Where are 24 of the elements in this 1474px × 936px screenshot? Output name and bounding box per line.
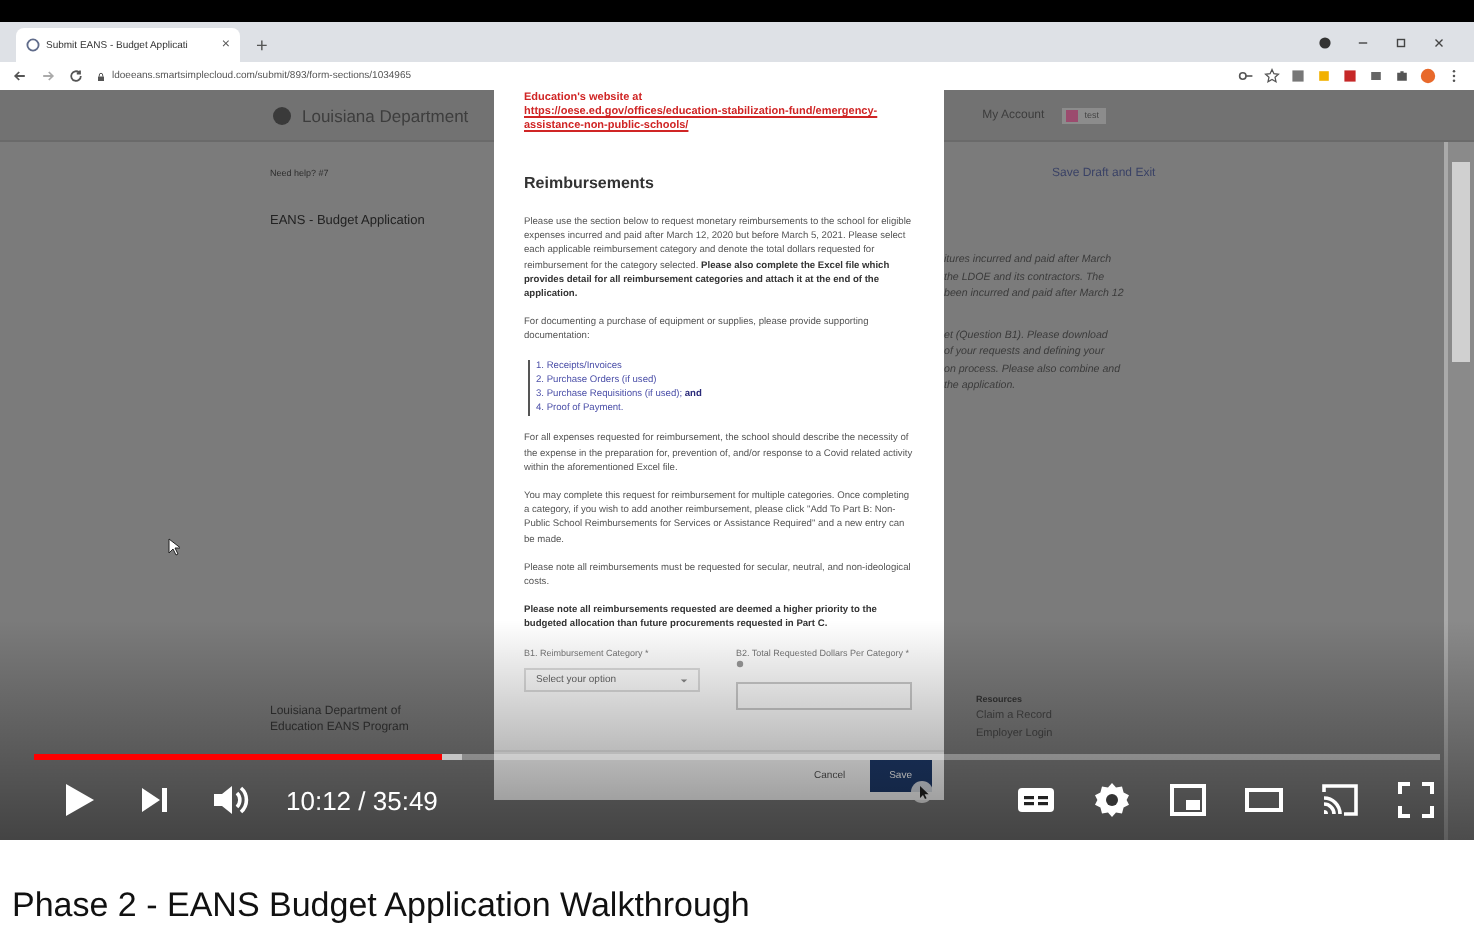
- close-icon[interactable]: [1432, 35, 1446, 49]
- reload-icon[interactable]: [68, 68, 84, 84]
- caret-icon: [680, 677, 688, 684]
- scrollbar[interactable]: [1444, 142, 1474, 840]
- new-tab-button[interactable]: +: [256, 36, 268, 58]
- globe-icon: [26, 38, 40, 52]
- cast-icon[interactable]: [1320, 780, 1360, 820]
- fullscreen-icon[interactable]: [1396, 780, 1436, 820]
- maximize-icon[interactable]: [1394, 35, 1408, 49]
- volume-icon[interactable]: [210, 780, 250, 820]
- key-icon[interactable]: [1238, 68, 1254, 84]
- settings-icon[interactable]: [1092, 780, 1132, 820]
- progress-bar[interactable]: [34, 754, 1440, 760]
- time-display: 10:12 / 35:49: [286, 785, 438, 815]
- avatar-icon[interactable]: [1420, 68, 1436, 84]
- video-title: Phase 2 - EANS Budget Application Walkthrough: [12, 886, 752, 926]
- lock-icon: [96, 71, 106, 81]
- cursor-icon: [168, 538, 180, 556]
- miniplayer-icon[interactable]: [1168, 780, 1208, 820]
- section-heading: Reimbursements: [524, 174, 656, 192]
- back-icon[interactable]: [12, 68, 28, 84]
- star-icon[interactable]: [1264, 68, 1280, 84]
- input-field[interactable]: [736, 681, 912, 710]
- profile-icon[interactable]: [1318, 35, 1332, 49]
